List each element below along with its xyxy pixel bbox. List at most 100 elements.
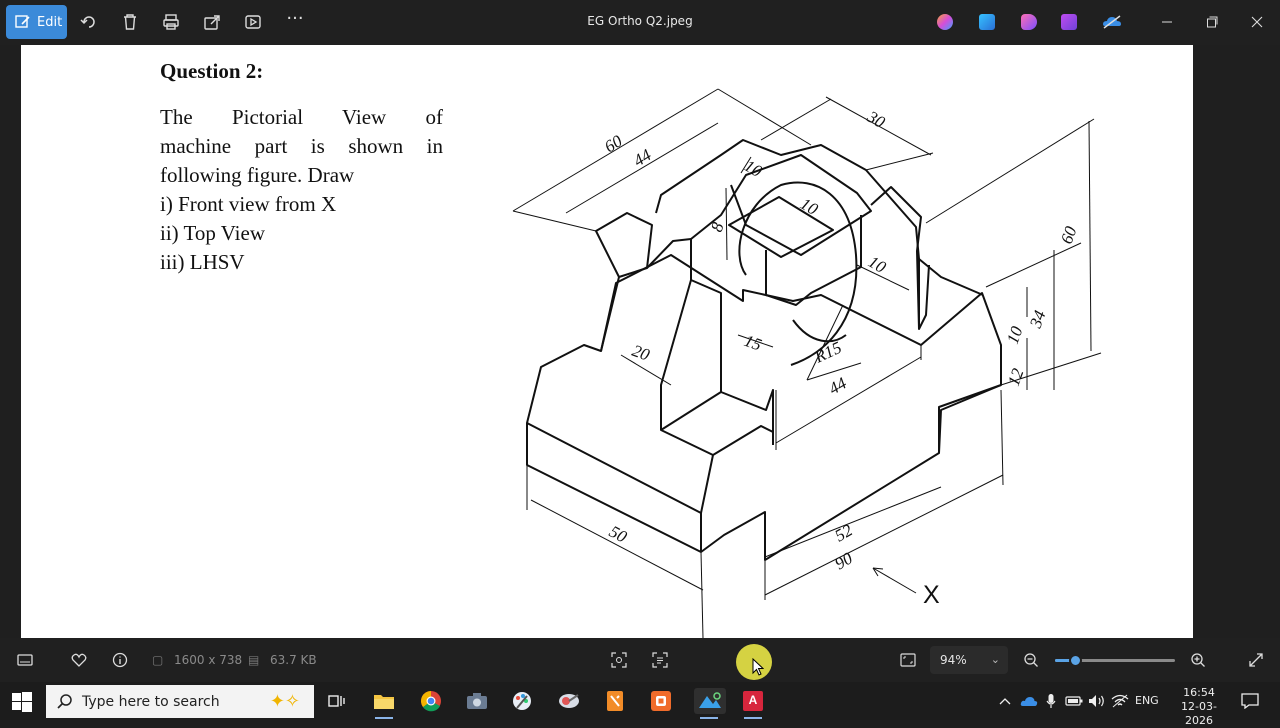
dim-ext-34 <box>985 242 1082 288</box>
chevron-down-icon: ⌄ <box>990 653 1000 666</box>
notes-app-icon[interactable] <box>602 688 628 714</box>
document-image: Question 2: The Pictorial View of machin… <box>21 45 1193 638</box>
sparkle-icon: ✦✧ <box>269 691 300 712</box>
active-indicator <box>700 717 718 719</box>
delete-icon[interactable] <box>118 10 142 34</box>
base-step <box>700 425 774 514</box>
cylinder-cut <box>765 215 862 306</box>
task-view-icon[interactable] <box>324 688 350 714</box>
close-icon[interactable] <box>1243 10 1271 34</box>
designer-icon[interactable] <box>1061 14 1077 30</box>
text-scan-icon[interactable] <box>650 650 670 670</box>
dim-label-10b: 10 <box>797 194 822 219</box>
dim-label-15: 15 <box>742 331 764 355</box>
clipchamp-icon[interactable] <box>1021 14 1037 30</box>
full-screen-icon[interactable] <box>1246 650 1266 670</box>
presentation-app-icon[interactable] <box>648 688 674 714</box>
onedrive-icon[interactable] <box>1102 14 1122 30</box>
dim-line-8 <box>725 187 728 261</box>
dim-ext-50b <box>700 551 704 638</box>
dim-line-44-mid <box>775 356 922 444</box>
dim-label-12: 12 <box>1004 365 1028 388</box>
dim-label-34: 34 <box>1026 307 1050 331</box>
left-upright-slot-2 <box>660 391 722 431</box>
battery-icon[interactable] <box>1063 688 1085 714</box>
file-size: 63.7 KB <box>270 653 317 667</box>
copilot-icon[interactable] <box>937 14 953 30</box>
volume-icon[interactable] <box>1086 688 1108 714</box>
dim-label-60-top: 60 <box>601 131 626 156</box>
autocad-icon[interactable]: A <box>740 688 766 719</box>
clock-date: 12-03-2026 <box>1181 700 1217 727</box>
active-indicator <box>744 717 762 719</box>
filmstrip-icon[interactable] <box>15 650 35 670</box>
paint-app-icon[interactable] <box>509 688 535 714</box>
fit-to-window-icon[interactable] <box>898 650 918 670</box>
zoom-level-select[interactable]: 94% ⌄ <box>930 646 1008 674</box>
mouse-cursor-icon <box>752 658 764 676</box>
dim-line-90 <box>764 474 1004 596</box>
visual-search-icon[interactable] <box>609 650 629 670</box>
photos-app-icon[interactable] <box>694 688 726 719</box>
top-block-front <box>690 154 872 256</box>
edit-button[interactable]: Edit <box>6 5 67 39</box>
base-right-step <box>938 384 1002 453</box>
more-icon[interactable]: ··· <box>283 6 307 30</box>
dim-label-8: 8 <box>707 219 728 234</box>
print-icon[interactable] <box>159 10 183 34</box>
dim-label-52: 52 <box>832 520 857 545</box>
wifi-icon[interactable] <box>1109 688 1131 714</box>
paint-icon[interactable] <box>979 14 995 30</box>
dim-label-90: 90 <box>832 548 857 573</box>
pictorial-drawing: 60 44 30 10 10 8 10 60 34 10 12 20 15 R1… <box>512 88 1102 638</box>
arrow-x <box>872 567 917 594</box>
onedrive-tray-icon[interactable] <box>1018 688 1040 714</box>
window-title: EG Ortho Q2.jpeg <box>587 14 693 28</box>
info-icon[interactable] <box>110 650 130 670</box>
dim-ext-30a <box>760 98 832 141</box>
camera-icon[interactable] <box>464 688 490 714</box>
edit-label: Edit <box>37 14 63 30</box>
slideshow-icon[interactable] <box>241 10 265 34</box>
windows-taskbar: Type here to search ✦✧ A ENG 16:54 12-03… <box>0 682 1280 727</box>
zoom-out-icon[interactable] <box>1021 650 1041 670</box>
chrome-icon[interactable] <box>418 688 444 714</box>
notifications-icon[interactable] <box>1237 688 1263 714</box>
share-icon[interactable] <box>200 10 224 34</box>
dim-ext-60b <box>717 88 812 146</box>
left-upright-inner <box>690 279 774 432</box>
dim-label-10-right: 10 <box>1003 323 1027 346</box>
dimensions-icon: ▢ <box>152 653 164 667</box>
rotate-icon[interactable] <box>77 10 101 34</box>
windows-start-icon[interactable] <box>12 692 32 712</box>
input-language[interactable]: ENG <box>1135 694 1159 707</box>
title-bar: Edit ··· EG Ortho Q2.jpeg <box>0 0 1280 45</box>
dim-ext-60a <box>512 210 597 232</box>
taskbar-search[interactable]: Type here to search ✦✧ <box>46 685 314 718</box>
dim-ext-90b <box>1000 389 1004 486</box>
image-viewer[interactable]: Question 2: The Pictorial View of machin… <box>0 45 1280 638</box>
base-outline <box>526 254 1002 561</box>
minimize-icon[interactable] <box>1153 10 1181 34</box>
dim-label-20: 20 <box>630 341 653 365</box>
zoom-in-icon[interactable] <box>1188 650 1208 670</box>
dim-ext-60-right-a <box>925 118 1095 224</box>
zoom-slider-thumb[interactable] <box>1069 654 1083 667</box>
edit-icon <box>15 15 30 28</box>
chevron-up-icon[interactable] <box>996 688 1014 714</box>
microphone-icon[interactable] <box>1041 688 1061 714</box>
file-explorer-icon[interactable] <box>371 688 397 719</box>
svg-text:A: A <box>749 693 758 707</box>
favorite-icon[interactable] <box>69 650 89 670</box>
search-placeholder: Type here to search <box>82 693 220 710</box>
left-upright-slot <box>595 212 653 278</box>
dim-label-10c: 10 <box>865 252 890 277</box>
zoom-level-value: 94% <box>940 653 967 667</box>
zoom-slider[interactable] <box>1055 654 1175 667</box>
dim-line-60-right <box>1088 120 1092 352</box>
dim-ext-30b <box>865 152 934 171</box>
system-clock[interactable]: 16:54 12-03-2026 <box>1168 686 1230 728</box>
dim-line-50 <box>530 499 704 591</box>
snipping-tool-icon[interactable] <box>556 688 582 714</box>
restore-icon[interactable] <box>1198 10 1226 34</box>
